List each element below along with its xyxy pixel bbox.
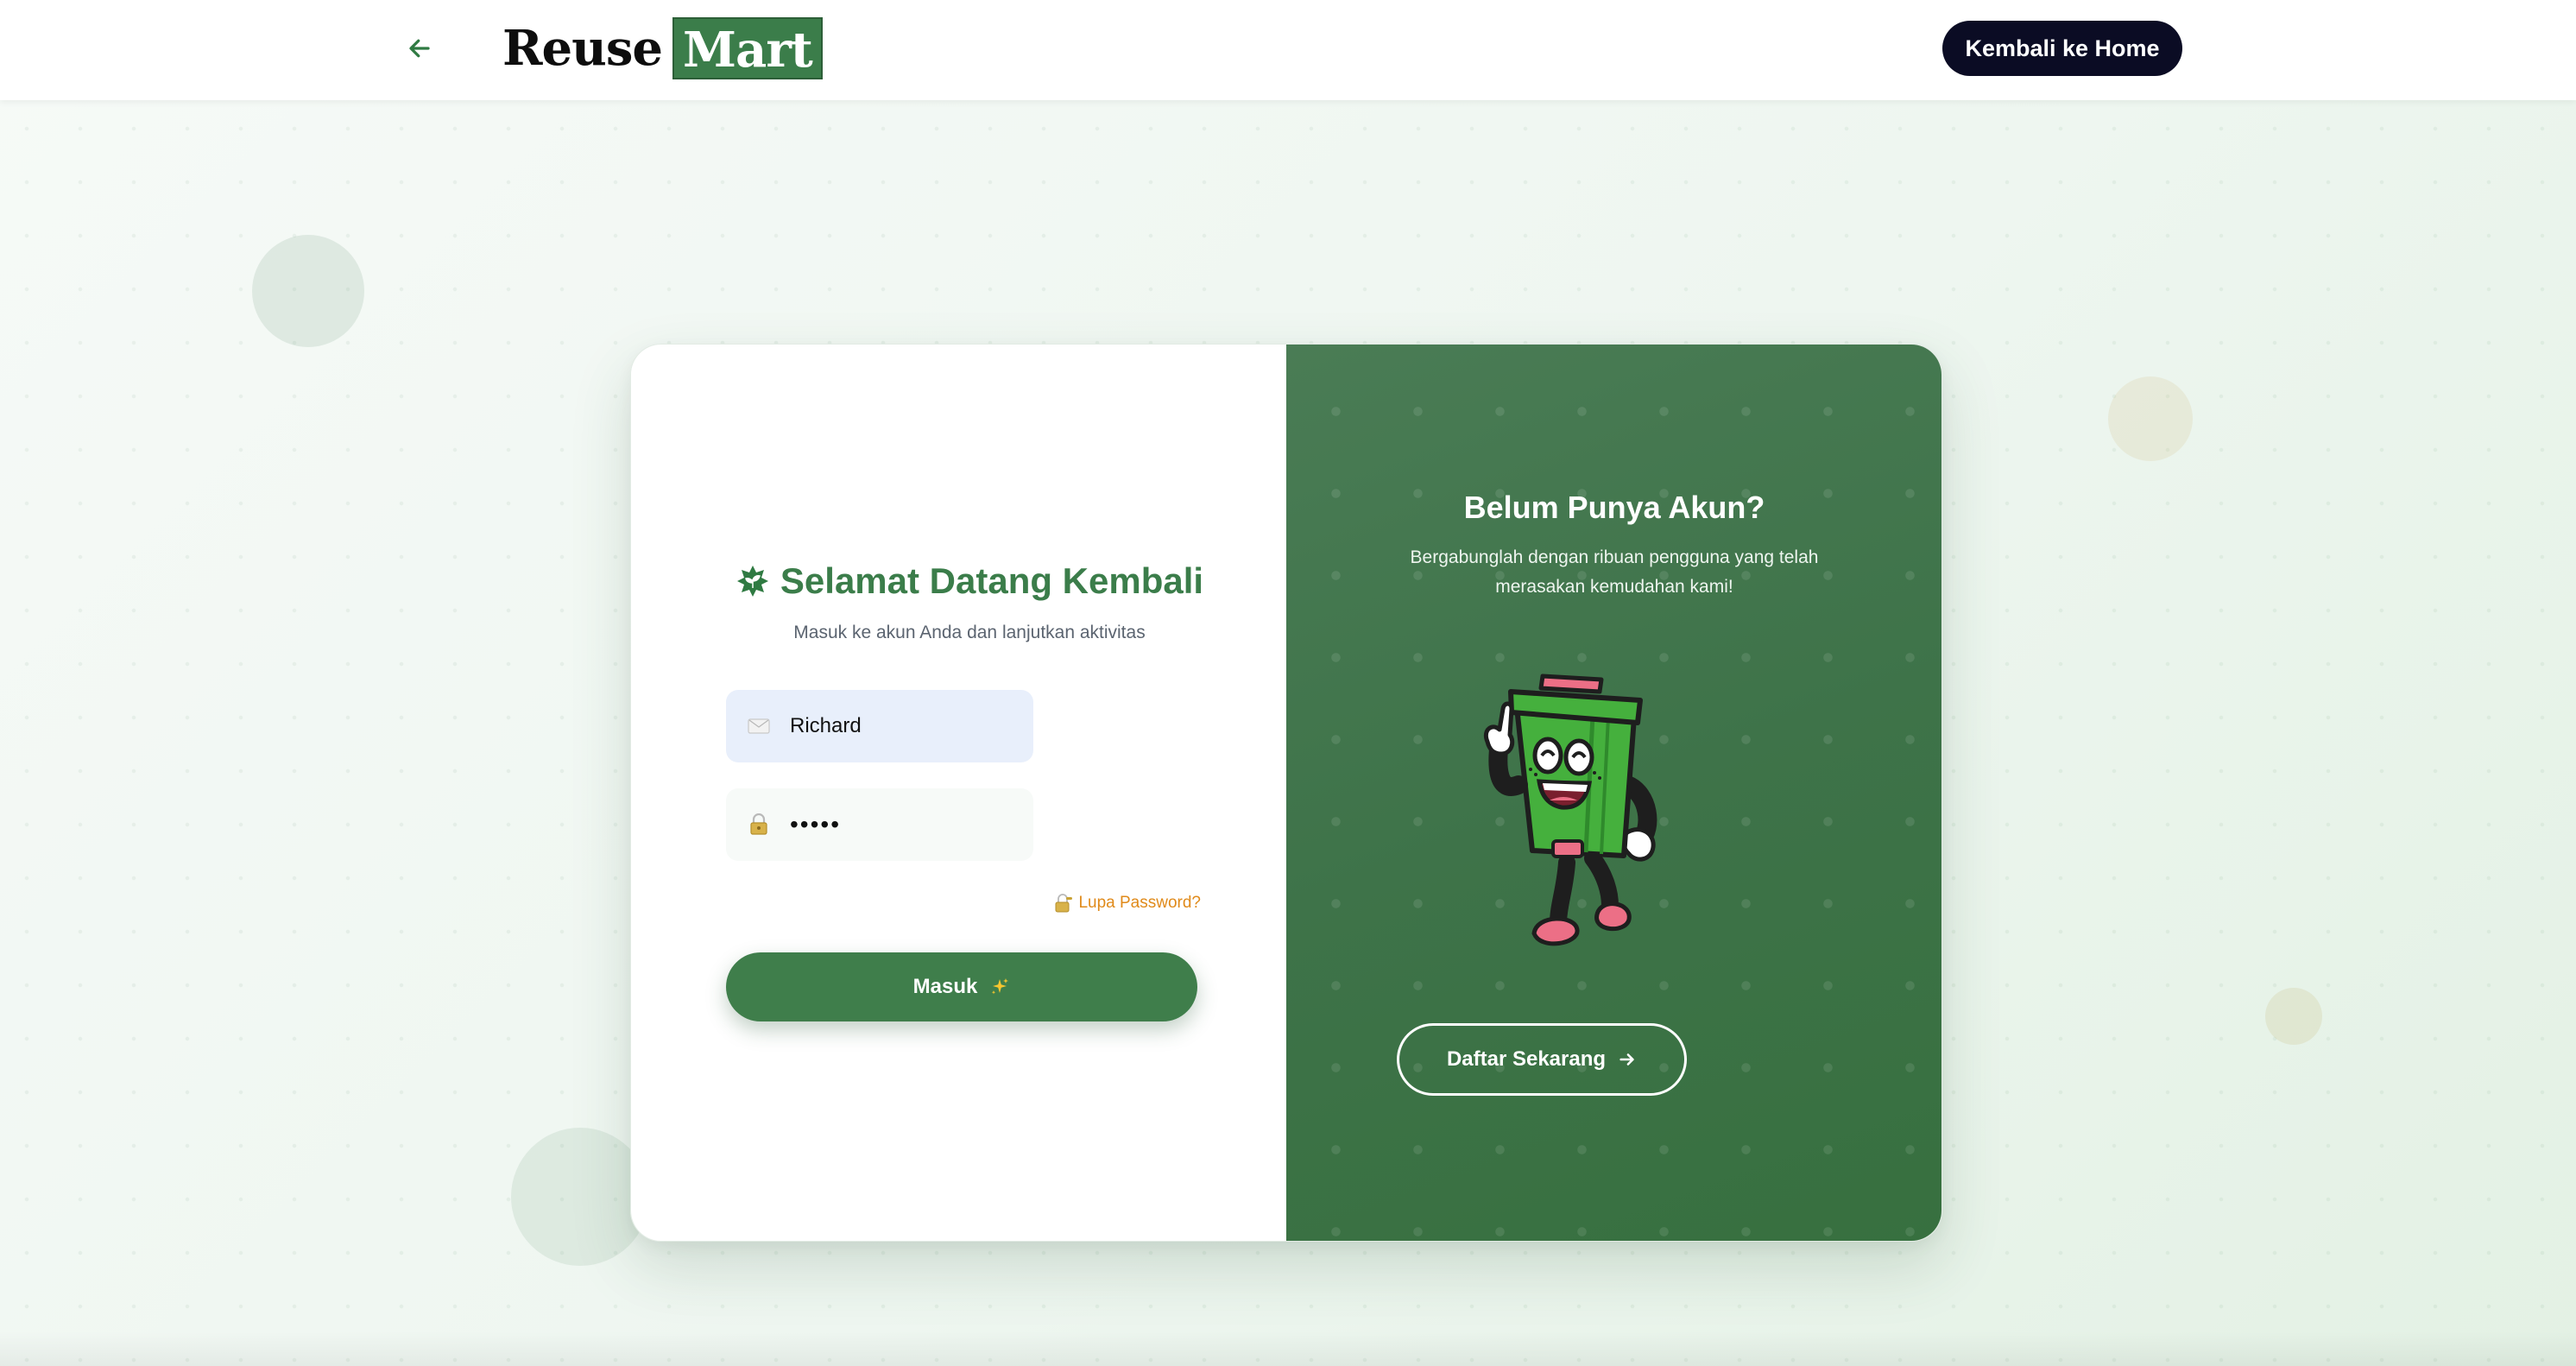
arrow-left-icon <box>409 39 430 58</box>
register-button[interactable]: Daftar Sekarang <box>1397 1023 1687 1096</box>
forgot-password-label: Lupa Password? <box>1078 894 1201 912</box>
auth-card: Selamat Datang Kembali Masuk ke akun And… <box>630 344 1942 1242</box>
logo-text-reuse: Reuse <box>502 20 663 77</box>
lock-icon <box>747 813 771 837</box>
page-title: Selamat Datang Kembali <box>780 560 1204 601</box>
lock-key-icon <box>1055 894 1073 913</box>
logo[interactable]: Reuse Mart <box>502 17 823 79</box>
login-button-label: Masuk <box>912 975 978 998</box>
page-subtitle: Masuk ke akun Anda dan lanjutkan aktivit… <box>793 623 1146 642</box>
login-heading: Selamat Datang Kembali <box>728 560 1211 602</box>
seedling-badge-icon <box>736 566 768 597</box>
decorative-circle <box>2265 988 2322 1045</box>
login-button[interactable]: Masuk <box>726 952 1197 1021</box>
promo-text: Bergabunglah dengan ribuan pengguna yang… <box>1410 547 1819 597</box>
decorative-circle <box>511 1128 649 1266</box>
back-button[interactable] <box>397 24 442 73</box>
back-to-home-button[interactable]: Kembali ke Home <box>1942 21 2182 76</box>
promo-title: Belum Punya Akun? <box>1463 490 1765 525</box>
login-panel: Selamat Datang Kembali Masuk ke akun And… <box>631 345 1286 1241</box>
email-input[interactable] <box>790 714 1014 738</box>
password-input[interactable] <box>790 811 1014 838</box>
arrow-right-icon <box>1619 1053 1634 1066</box>
password-field[interactable] <box>726 788 1033 861</box>
forgot-password-link[interactable]: Lupa Password? <box>1028 894 1201 913</box>
mail-icon <box>747 714 771 738</box>
navbar: Reuse Mart Kembali ke Home <box>0 0 2576 100</box>
register-promo-panel: Belum Punya Akun? Bergabunglah dengan ri… <box>1286 345 1941 1241</box>
bottom-shade <box>0 1331 2576 1366</box>
register-button-label: Daftar Sekarang <box>1446 1047 1607 1071</box>
sparkles-icon <box>992 978 1009 995</box>
logo-text-mart: Mart <box>672 17 823 79</box>
decorative-circle <box>2108 376 2193 461</box>
decorative-circle <box>252 235 364 347</box>
trash-bin-mascot <box>1484 674 1657 946</box>
email-field[interactable] <box>726 690 1033 762</box>
